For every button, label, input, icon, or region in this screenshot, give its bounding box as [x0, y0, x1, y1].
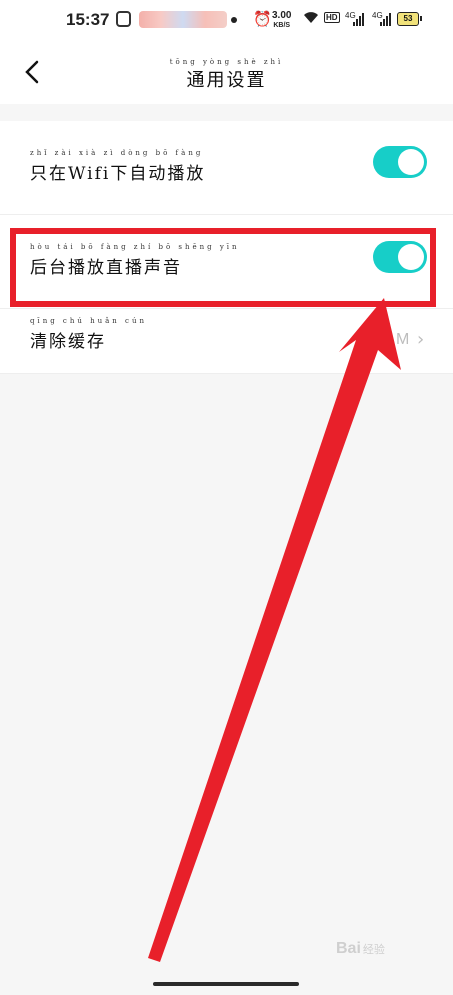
- signal-1-icon: [353, 12, 365, 26]
- app-notification-icon: [116, 11, 131, 27]
- hd-badge: HD: [324, 12, 340, 23]
- network-speed: 3.00 KB/S: [272, 10, 292, 30]
- chevron-right-icon: ›: [417, 329, 425, 350]
- annotation-highlight-box: [10, 228, 436, 307]
- blurred-notification: [139, 11, 227, 28]
- setting-label: zhǐ zài xià zì dòng bō fàng 只在Wifi下自动播放: [30, 149, 205, 184]
- wifi-autoplay-toggle[interactable]: [373, 146, 427, 178]
- status-time: 15:37: [66, 10, 110, 29]
- setting-label-pinyin: zhǐ zài xià zì dòng bō fàng: [30, 149, 204, 157]
- notification-dot-icon: [231, 17, 237, 23]
- cache-size-value: M: [396, 331, 410, 348]
- nav-bar: tōng yòng shè zhì 通用设置: [0, 40, 453, 104]
- setting-label: qīng chú huǎn cún 清除缓存: [30, 317, 147, 352]
- setting-row-clear-cache[interactable]: qīng chú huǎn cún 清除缓存 M ›: [0, 309, 453, 374]
- signal-2-icon: [380, 12, 392, 26]
- battery-icon: 53: [397, 12, 422, 26]
- setting-label-text: 只在Wifi下自动播放: [30, 164, 206, 184]
- wifi-icon: [302, 9, 320, 29]
- setting-row-wifi-autoplay: zhǐ zài xià zì dòng bō fàng 只在Wifi下自动播放: [0, 121, 453, 215]
- status-bar: 15:37 ⏰ 3.00 KB/S HD 4G 4G 53: [0, 0, 453, 40]
- home-indicator[interactable]: [153, 982, 299, 986]
- setting-label-text: 清除缓存: [30, 332, 106, 352]
- toggle-knob: [398, 149, 424, 175]
- alarm-icon: ⏰: [253, 10, 272, 28]
- setting-label-pinyin: qīng chú huǎn cún: [30, 317, 147, 325]
- page-title: tōng yòng shè zhì 通用设置: [0, 58, 453, 92]
- page-title-text: 通用设置: [186, 70, 267, 91]
- page-title-pinyin: tōng yòng shè zhì: [169, 58, 284, 66]
- watermark-logo: Bai 经验: [336, 940, 385, 957]
